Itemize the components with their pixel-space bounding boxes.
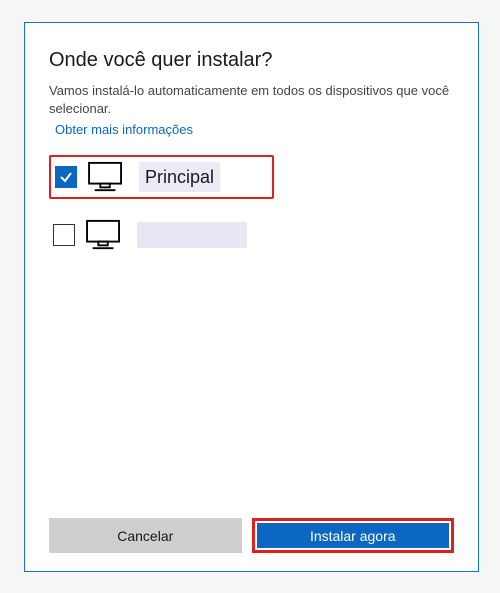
frame: Onde você quer instalar? Vamos instalá-l… xyxy=(0,0,500,593)
desktop-icon xyxy=(87,161,125,193)
device-checkbox-principal[interactable] xyxy=(55,166,77,188)
device-name-label: Principal xyxy=(139,162,220,192)
install-dialog: Onde você quer instalar? Vamos instalá-l… xyxy=(24,22,479,572)
device-list: Principal xyxy=(49,155,454,257)
dialog-description: Vamos instalá-lo automaticamente em todo… xyxy=(49,82,454,118)
dialog-title: Onde você quer instalar? xyxy=(49,49,454,72)
device-checkbox-secondary[interactable] xyxy=(53,224,75,246)
checkmark-icon xyxy=(59,170,73,184)
install-button[interactable]: Instalar agora xyxy=(257,523,450,548)
spacer xyxy=(49,257,454,518)
cancel-button[interactable]: Cancelar xyxy=(49,518,242,553)
device-name-redacted xyxy=(137,222,247,248)
desktop-icon xyxy=(85,219,123,251)
more-info-link[interactable]: Obter mais informações xyxy=(55,122,454,137)
button-row: Cancelar Instalar agora xyxy=(49,518,454,553)
device-row-principal[interactable]: Principal xyxy=(49,155,274,199)
install-button-highlight: Instalar agora xyxy=(252,518,455,553)
device-row-secondary[interactable] xyxy=(49,213,454,257)
